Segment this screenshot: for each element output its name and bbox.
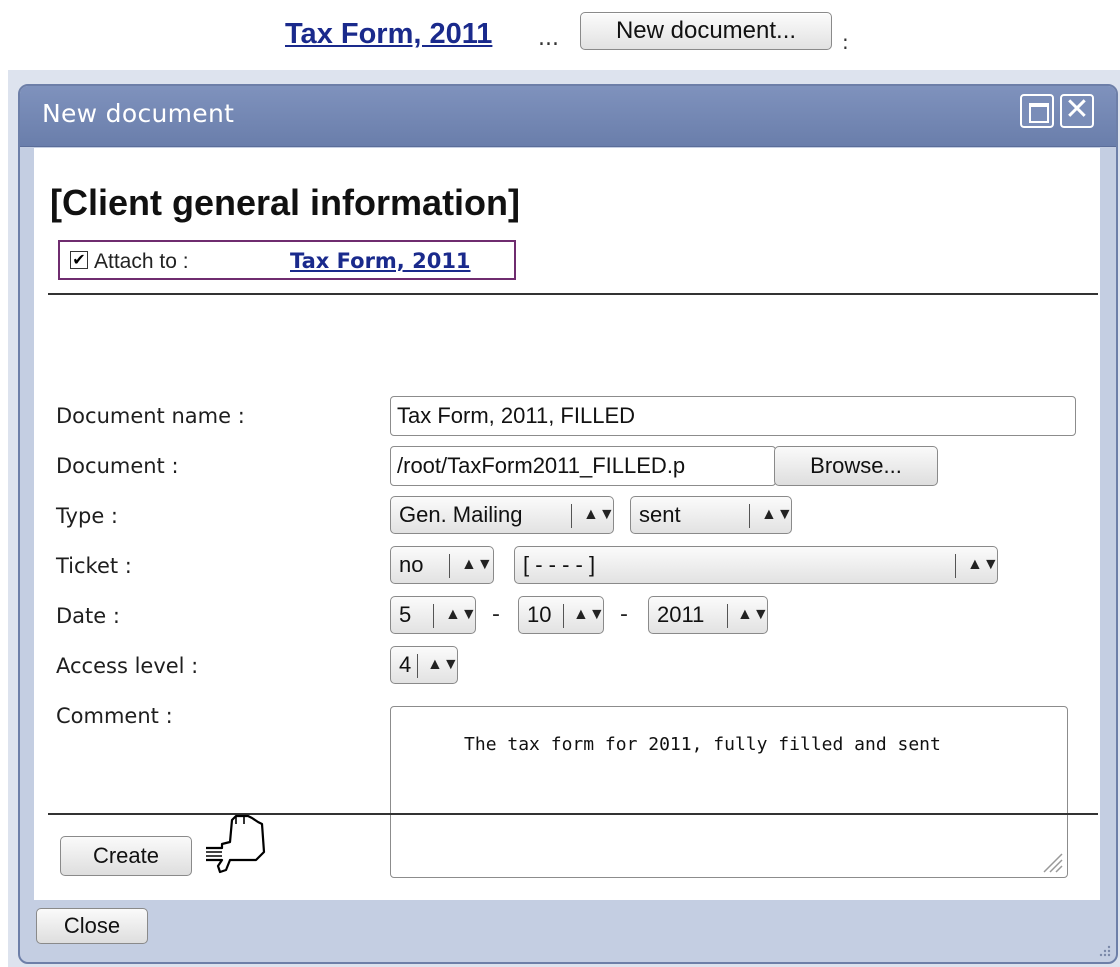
access-level-select[interactable]: 4 ▲▼ (390, 646, 458, 684)
type-select-value: Gen. Mailing (399, 502, 523, 527)
document-file-field[interactable]: /root/TaxForm2011_FILLED.p (390, 446, 776, 486)
create-button[interactable]: Create (60, 836, 192, 876)
date-separator: - (492, 602, 500, 627)
new-document-dialog: New document ✕ [Client general informati… (18, 84, 1118, 964)
day-select[interactable]: 5 ▲▼ (390, 596, 476, 634)
dialog-titlebar[interactable]: New document ✕ (20, 86, 1116, 147)
type-label: Type : (56, 504, 118, 528)
up-down-arrows-icon: ▲▼ (761, 506, 792, 523)
year-select[interactable]: 2011 ▲▼ (648, 596, 768, 634)
comment-textarea[interactable]: The tax form for 2011, fully filled and … (390, 706, 1068, 878)
year-select-value: 2011 (657, 602, 705, 627)
ticket-select[interactable]: no ▲▼ (390, 546, 494, 584)
up-down-arrows-icon: ▲▼ (573, 606, 604, 623)
up-down-arrows-icon: ▲▼ (583, 506, 614, 523)
top-bar: Tax Form, 2011 ... New document... : (0, 8, 1120, 64)
dialog-content: [Client general information] ✔ Attach to… (34, 148, 1100, 900)
resize-grip-icon[interactable] (1041, 851, 1063, 873)
up-down-arrows-icon: ▲▼ (427, 656, 458, 673)
close-icon[interactable]: ✕ (1060, 94, 1094, 128)
select-separator (749, 504, 750, 528)
new-document-button[interactable]: New document... (580, 12, 832, 50)
select-separator (955, 554, 956, 578)
select-separator (571, 504, 572, 528)
date-label: Date : (56, 604, 120, 628)
divider (48, 293, 1098, 295)
tax-form-link[interactable]: Tax Form, 2011 (285, 18, 492, 51)
up-down-arrows-icon: ▲▼ (737, 606, 768, 623)
ticket-target-select[interactable]: [ - - - - ] ▲▼ (514, 546, 998, 584)
day-select-value: 5 (399, 602, 412, 627)
select-separator (449, 554, 450, 578)
maximize-icon[interactable] (1020, 94, 1054, 128)
select-separator (727, 604, 728, 628)
comment-text: The tax form for 2011, fully filled and … (464, 734, 941, 755)
type-select[interactable]: Gen. Mailing ▲▼ (390, 496, 614, 534)
attach-checkbox[interactable]: ✔ (70, 251, 88, 269)
dialog-title: New document (42, 99, 235, 128)
select-separator (433, 604, 434, 628)
month-select-value: 10 (527, 602, 552, 627)
attach-to-link[interactable]: Tax Form, 2011 (290, 249, 471, 273)
window-resize-grip-icon[interactable] (1096, 942, 1112, 958)
colon-text: : (842, 30, 849, 54)
browse-button[interactable]: Browse... (774, 446, 938, 486)
select-separator (563, 604, 564, 628)
date-separator: - (620, 602, 628, 627)
attach-to-label: Attach to : (94, 250, 189, 273)
section-heading: [Client general information] (50, 182, 521, 223)
status-select[interactable]: sent ▲▼ (630, 496, 792, 534)
document-name-field[interactable]: Tax Form, 2011, FILLED (390, 396, 1076, 436)
select-separator (417, 654, 418, 678)
attach-to-row: ✔ Attach to : Tax Form, 2011 (58, 240, 516, 280)
access-level-label: Access level : (56, 654, 199, 678)
access-level-value: 4 (399, 652, 412, 677)
up-down-arrows-icon: ▲▼ (445, 606, 476, 623)
ticket-select-value: no (399, 552, 424, 577)
pointing-hand-icon (206, 814, 266, 874)
ticket-label: Ticket : (56, 554, 132, 578)
ellipsis-text: ... (538, 26, 559, 51)
status-select-value: sent (639, 502, 681, 527)
up-down-arrows-icon: ▲▼ (967, 556, 998, 573)
comment-label: Comment : (56, 704, 173, 728)
ticket-target-value: [ - - - - ] (523, 552, 596, 577)
document-label: Document : (56, 454, 179, 478)
up-down-arrows-icon: ▲▼ (461, 556, 493, 573)
close-button[interactable]: Close (36, 908, 148, 944)
document-name-label: Document name : (56, 404, 245, 428)
month-select[interactable]: 10 ▲▼ (518, 596, 604, 634)
